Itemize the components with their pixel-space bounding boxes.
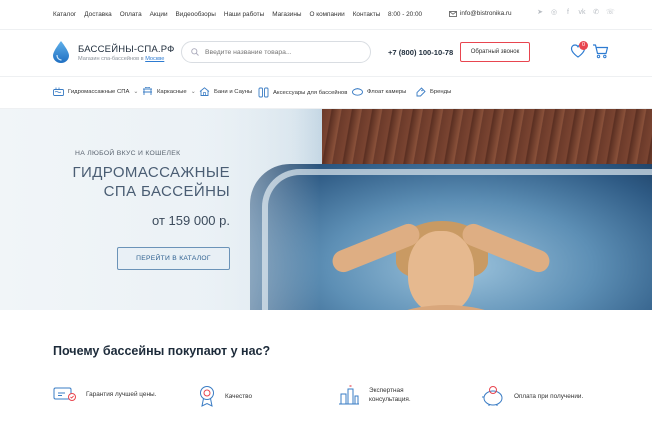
category-menu: Гидромассажные СПА ⌄ Каркасные ⌄ Бани и … [0, 78, 652, 109]
accessories-icon [258, 87, 269, 98]
top-nav-our-works[interactable]: Наши работы [224, 11, 264, 18]
go-to-catalog-button[interactable]: ПЕРЕЙТИ В КАТАЛОГ [117, 247, 230, 270]
category-brands[interactable]: Бренды [416, 87, 451, 97]
chevron-down-icon: ⌄ [133, 89, 139, 95]
feature-quality: Качество [198, 385, 252, 407]
top-nav-about[interactable]: О компании [309, 11, 344, 18]
chevron-down-icon: ⌄ [190, 89, 196, 95]
category-accessories[interactable]: Аксессуары для бассейнов [258, 87, 347, 98]
quality-medal-icon [200, 386, 214, 407]
category-brands-label[interactable]: Бренды [430, 89, 451, 95]
category-sauna-label[interactable]: Бани и Сауны [214, 89, 252, 95]
callback-button[interactable]: Обратный звонок [460, 42, 530, 62]
whatsapp-icon[interactable]: ✆ [592, 9, 600, 17]
woman-face-image [408, 231, 474, 310]
social-links: ➤ ◎ f vk ✆ ☏ [536, 9, 615, 17]
hero-kicker: НА ЛЮБОЙ ВКУС И КОШЕЛЕК [75, 150, 181, 157]
search-icon [191, 48, 199, 56]
frame-pool-icon [143, 87, 152, 95]
feature-consultation: Экспертная консультация. [338, 385, 429, 405]
category-spa[interactable]: Гидромассажные СПА ⌄ [53, 87, 138, 96]
tagline-city-link[interactable]: Москве [145, 56, 164, 62]
feature-quality-label: Качество [225, 392, 253, 400]
top-nav-delivery[interactable]: Доставка [84, 11, 111, 18]
search-box[interactable] [181, 41, 371, 63]
category-frame[interactable]: Каркасные ⌄ [142, 87, 196, 96]
top-bar: Каталог Доставка Оплата Акции Видеообзор… [0, 0, 652, 30]
piggy-bank-icon [482, 386, 503, 406]
float-icon [352, 88, 363, 96]
why-us-heading: Почему бассейны покупают у нас? [53, 344, 271, 358]
sauna-icon [199, 87, 210, 96]
top-nav-promotions[interactable]: Акции [150, 11, 168, 18]
top-nav-payment[interactable]: Оплата [120, 11, 142, 18]
category-float-label[interactable]: Флоат камеры [367, 89, 406, 95]
category-frame-label[interactable]: Каркасные [157, 89, 187, 95]
top-nav-video-reviews[interactable]: Видеообзоры [176, 11, 216, 18]
email-text[interactable]: info@bistronika.ru [460, 10, 512, 17]
working-hours: 8:00 - 20:00 [388, 11, 423, 18]
site-header: БАССЕЙНЫ-СПА.РФ Магазин спа-бассейнов в … [0, 30, 652, 77]
hero-banner[interactable]: НА ЛЮБОЙ ВКУС И КОШЕЛЕК ГИДРОМАССАЖНЫЕ С… [0, 109, 652, 310]
tagline-text: Магазин спа-бассейнов в [78, 56, 146, 62]
category-float[interactable]: Флоат камеры [352, 87, 406, 96]
feature-pay-on-delivery: Оплата при получении. [481, 385, 583, 407]
feature-consultation-label: Экспертная консультация. [369, 387, 411, 403]
phone-number[interactable]: +7 (800) 100-10-78 [388, 48, 453, 57]
email-link[interactable]: info@bistronika.ru [449, 10, 512, 17]
tagline: Магазин спа-бассейнов в Москве [78, 56, 164, 62]
top-nav-stores[interactable]: Магазины [272, 11, 301, 18]
telegram-icon[interactable]: ➤ [536, 9, 544, 17]
search-input[interactable] [205, 48, 355, 56]
top-nav-contacts[interactable]: Контакты [353, 11, 381, 18]
facebook-icon[interactable]: f [564, 9, 572, 17]
price-tag-icon [53, 387, 76, 401]
mail-icon [449, 10, 457, 17]
hero-text-backdrop [0, 109, 320, 310]
hero-title-line1: ГИДРОМАССАЖНЫЕ [72, 164, 230, 181]
category-spa-label[interactable]: Гидромассажные СПА [68, 89, 129, 95]
feature-best-price: Гарантия лучшей цены. [53, 385, 156, 403]
cart-icon[interactable] [592, 43, 609, 59]
viber-icon[interactable]: ☏ [606, 9, 615, 17]
spa-icon [53, 87, 64, 96]
category-sauna[interactable]: Бани и Сауны [199, 87, 252, 96]
feature-pay-on-delivery-label: Оплата при получении. [514, 392, 584, 400]
hero-price: от 159 000 р. [152, 213, 230, 228]
top-nav-catalog[interactable]: Каталог [53, 11, 76, 18]
feature-best-price-label: Гарантия лучшей цены. [86, 390, 157, 398]
instagram-icon[interactable]: ◎ [550, 9, 558, 17]
brand-tag-icon [416, 87, 426, 97]
hero-title-line2: СПА БАССЕЙНЫ [103, 183, 230, 200]
hero-title: ГИДРОМАССАЖНЫЕ СПА БАССЕЙНЫ [60, 163, 230, 201]
consultation-icon [339, 385, 359, 405]
top-nav: Каталог Доставка Оплата Акции Видеообзор… [53, 11, 380, 18]
vk-icon[interactable]: vk [578, 9, 586, 17]
brand-name[interactable]: БАССЕЙНЫ-СПА.РФ [78, 44, 175, 55]
favorites-count-badge: 0 [579, 41, 588, 50]
water-drop-logo-icon[interactable] [53, 41, 69, 63]
category-accessories-label[interactable]: Аксессуары для бассейнов [273, 90, 347, 96]
